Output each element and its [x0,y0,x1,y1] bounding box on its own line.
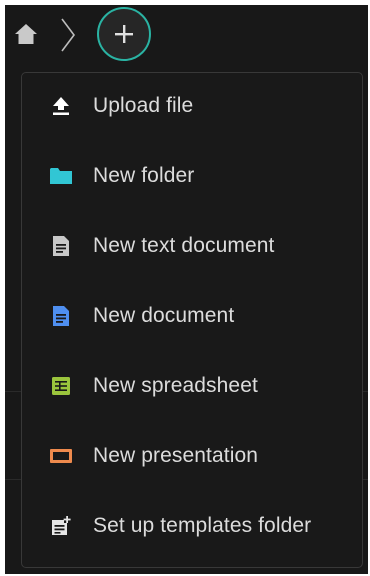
menu-item-new-spreadsheet[interactable]: New spreadsheet [22,357,362,415]
menu-item-label: New folder [93,164,195,187]
menu-item-new-document[interactable]: New document [22,287,362,345]
presentation-icon [49,444,73,468]
plus-icon [115,25,133,43]
breadcrumb [5,5,368,65]
chevron-right-icon [57,17,79,53]
files-app-frame: Upload file New folder New text document [5,5,368,574]
document-icon [49,304,73,328]
menu-item-label: New document [93,304,235,327]
menu-item-label: Upload file [93,94,194,117]
templates-folder-icon [49,514,73,538]
menu-item-label: New presentation [93,444,259,467]
home-icon[interactable] [13,21,39,47]
menu-item-new-presentation[interactable]: New presentation [22,427,362,485]
folder-icon [49,164,73,188]
menu-item-new-folder[interactable]: New folder [22,147,362,205]
new-item-button[interactable] [97,7,151,61]
menu-item-upload-file[interactable]: Upload file [22,77,362,135]
menu-item-new-text-document[interactable]: New text document [22,217,362,275]
menu-item-set-up-templates-folder[interactable]: Set up templates folder [22,497,362,555]
menu-item-label: New text document [93,234,275,257]
new-item-menu: Upload file New folder New text document [21,72,363,568]
spreadsheet-icon [49,374,73,398]
upload-icon [49,94,73,118]
menu-item-label: Set up templates folder [93,514,312,537]
menu-item-label: New spreadsheet [93,374,258,397]
text-document-icon [49,234,73,258]
